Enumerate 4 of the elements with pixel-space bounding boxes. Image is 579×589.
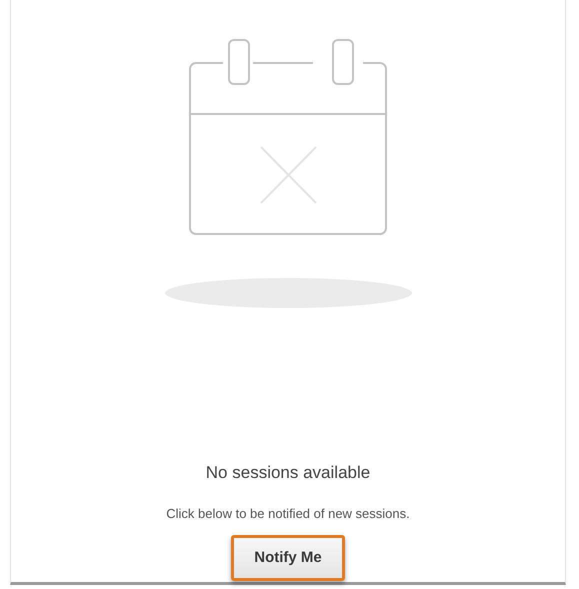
empty-message: Click below to be notified of new sessions. — [166, 504, 410, 522]
empty-calendar-icon — [188, 38, 388, 236]
empty-title: No sessions available — [206, 462, 370, 484]
notify-me-button[interactable]: Notify Me — [231, 535, 345, 581]
